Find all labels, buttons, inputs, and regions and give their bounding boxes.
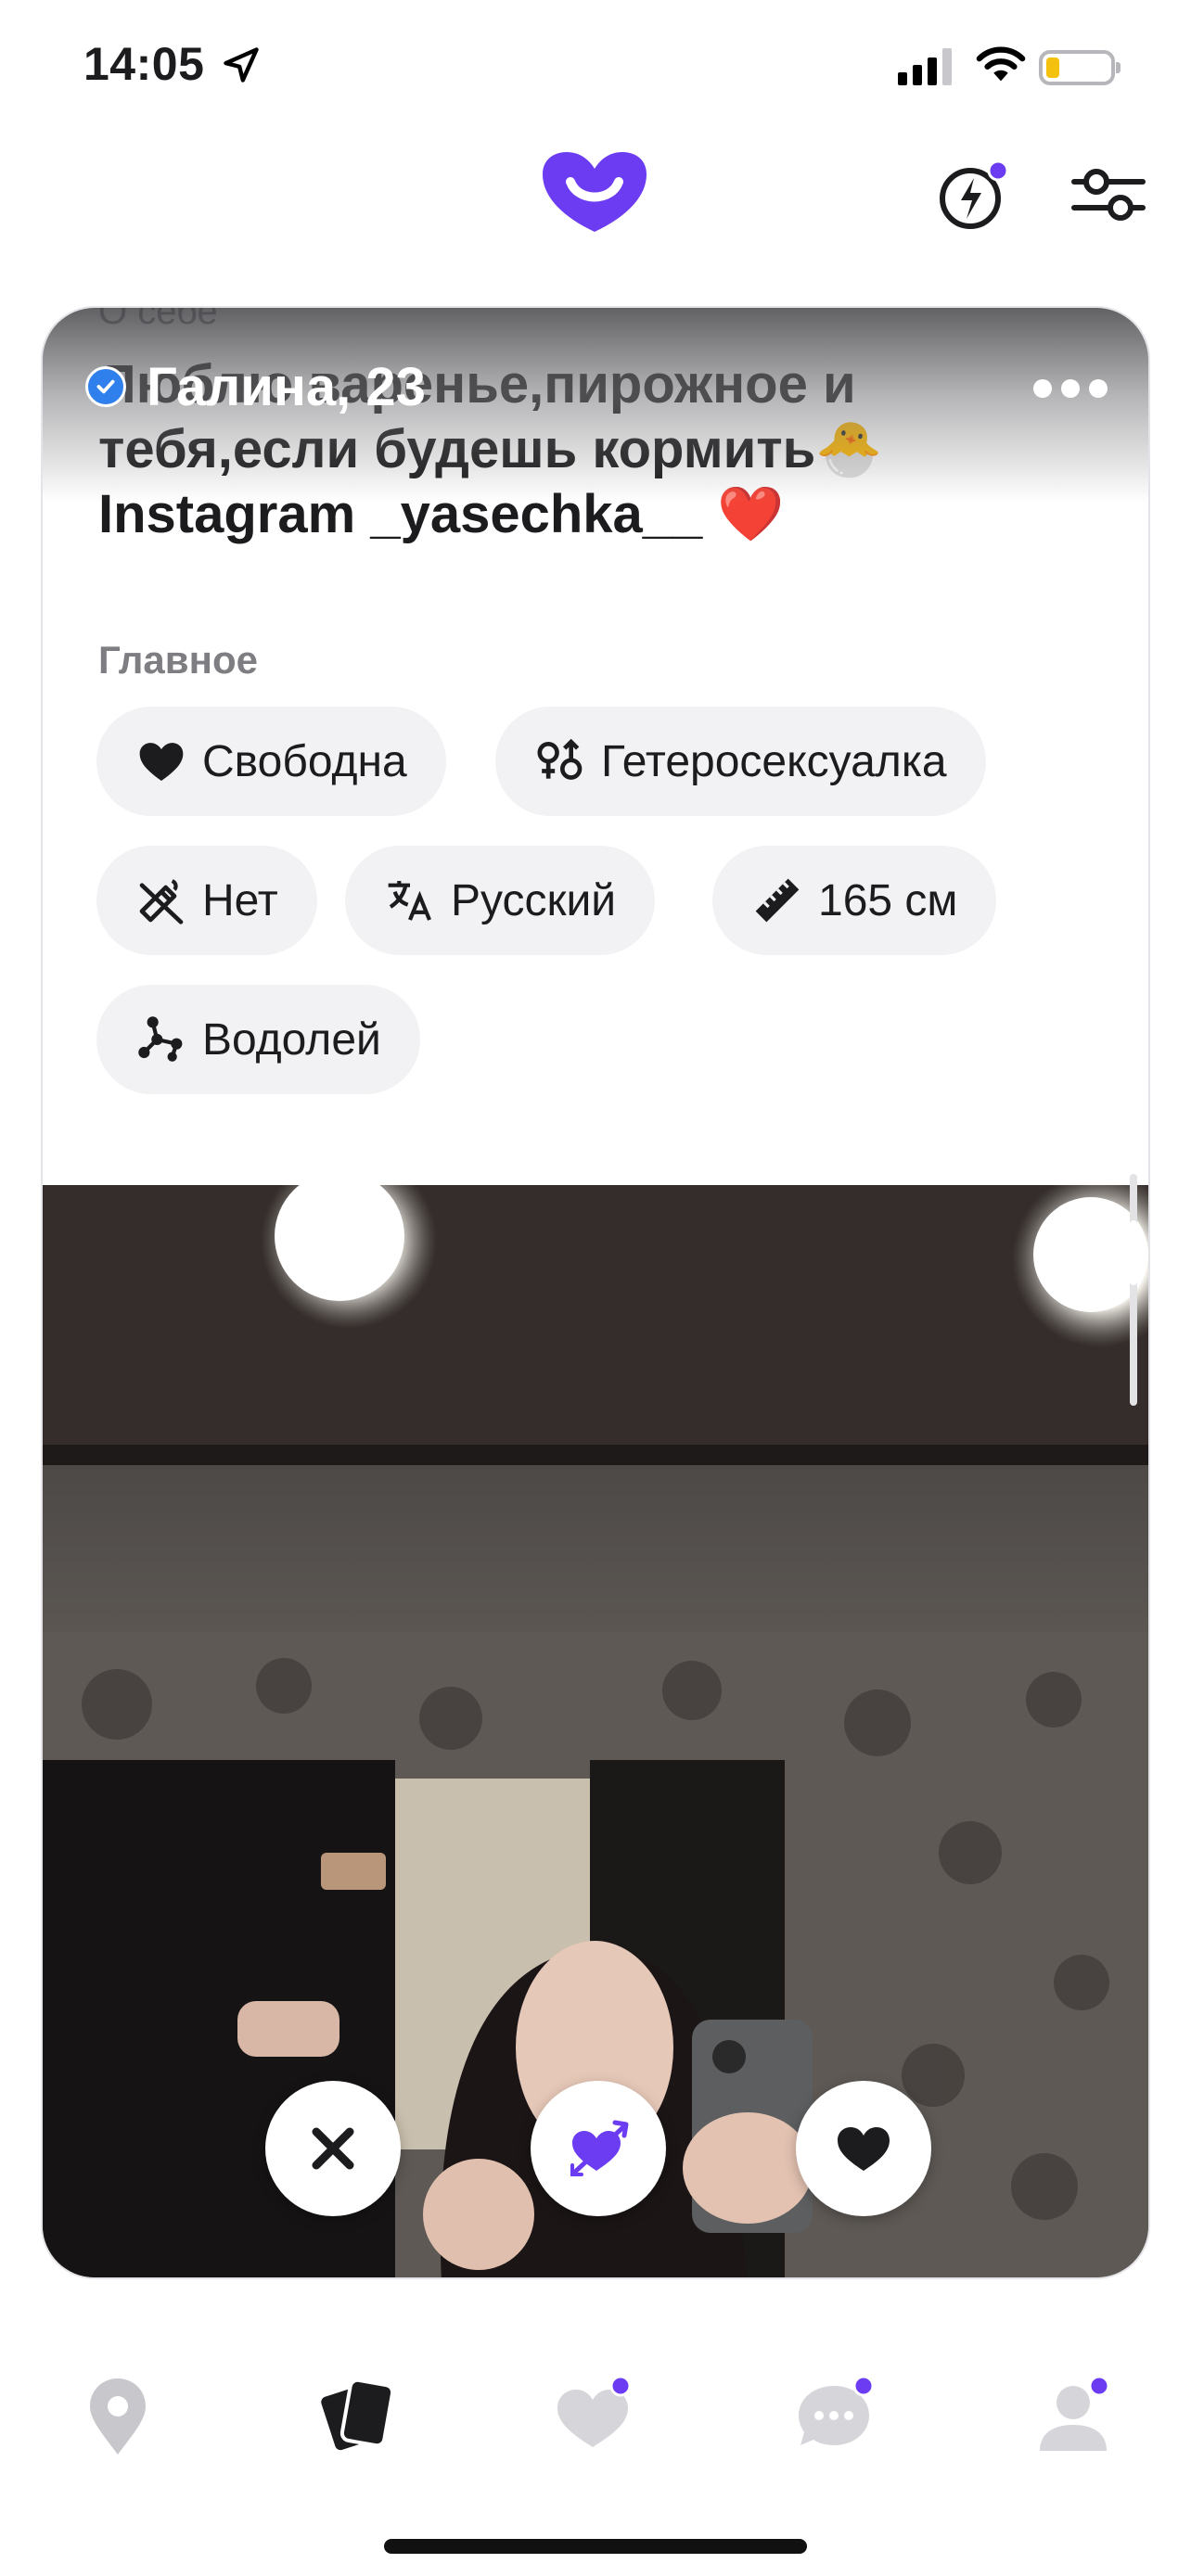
profile-card[interactable]: О себе Люблю варенье,пирожное и тебя,есл… [41, 306, 1150, 2279]
tab-bar [0, 2346, 1191, 2485]
cards-icon [317, 2378, 395, 2455]
tag-label: Водолей [202, 1014, 381, 1065]
tag-label: Нет [202, 875, 278, 925]
tab-cards[interactable] [306, 2365, 408, 2467]
tag-language: Русский [345, 846, 656, 955]
tag-smoking: Нет [96, 846, 317, 955]
tab-chats[interactable] [785, 2365, 887, 2467]
status-time: 14:05 [83, 38, 205, 90]
gender-icon [537, 738, 583, 780]
heart-arrow-icon [570, 2120, 629, 2176]
more-options-button[interactable] [1033, 375, 1108, 402]
scroll-indicator[interactable] [1130, 1174, 1137, 1406]
tab-map[interactable] [67, 2365, 169, 2467]
profile-name: Галина, 23 [147, 356, 426, 417]
tab-profile[interactable] [1024, 2365, 1126, 2467]
ruler-icon [755, 878, 800, 923]
status-bar: 14:05 [0, 0, 1191, 130]
home-indicator [384, 2539, 807, 2554]
lightning-icon [940, 159, 1009, 229]
smile-heart-logo-icon [543, 152, 647, 232]
heart-icon [838, 2127, 890, 2171]
tag-relationship: Свободна [96, 707, 446, 816]
profile-icon [1040, 2375, 1110, 2451]
about-label: О себе [98, 306, 218, 332]
tag-label: 165 см [818, 875, 958, 925]
name-row: Галина, 23 [85, 354, 426, 419]
tag-orientation: Гетеросексуалка [495, 707, 986, 816]
dislike-button[interactable] [265, 2081, 401, 2216]
chat-icon [799, 2375, 875, 2445]
close-icon [312, 2127, 354, 2170]
translate-icon [388, 881, 431, 921]
constellation-icon [138, 1016, 183, 1062]
main-section-label: Главное [98, 638, 258, 682]
location-arrow-icon [224, 47, 259, 83]
battery-icon [1039, 50, 1121, 85]
like-button[interactable] [796, 2081, 931, 2216]
heart-icon [139, 743, 184, 781]
filter-button[interactable] [1067, 158, 1150, 232]
sliders-icon [1071, 169, 1146, 221]
likes-icon [557, 2375, 632, 2447]
map-pin-icon [90, 2378, 146, 2455]
tag-label: Гетеросексуалка [601, 736, 947, 786]
tag-label: Русский [451, 875, 617, 925]
tag-label: Свободна [202, 736, 407, 786]
no-smoking-icon [139, 879, 184, 925]
wifi-icon [976, 46, 1026, 82]
signal-icon [898, 48, 952, 85]
boost-button[interactable] [937, 158, 1011, 232]
tag-zodiac: Водолей [96, 985, 420, 1094]
app-header [0, 130, 1191, 297]
tab-likes[interactable] [545, 2365, 647, 2467]
tag-height: 165 см [712, 846, 997, 955]
verified-badge-icon [85, 366, 126, 407]
super-like-button[interactable] [531, 2081, 666, 2216]
